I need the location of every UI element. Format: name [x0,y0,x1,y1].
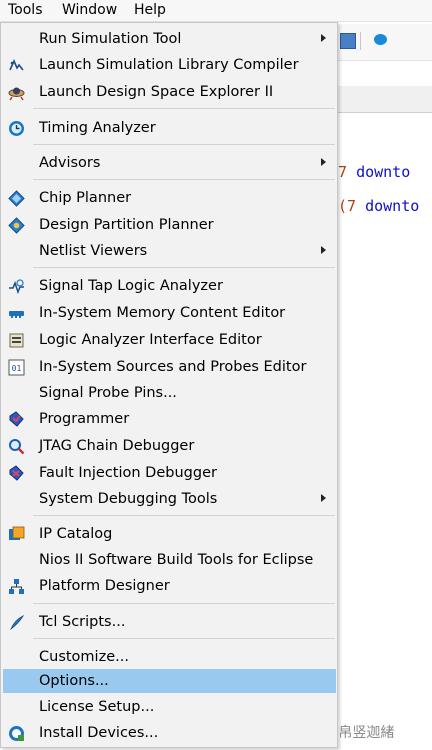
menu-separator [33,179,335,180]
menu-item-system-debugging-tools[interactable]: System Debugging Tools [3,487,336,511]
tcl-scripts-icon [8,614,25,631]
menu-item-chip-planner[interactable]: Chip Planner [3,186,336,210]
install-devices-icon [8,725,25,742]
menu-item-netlist-viewers[interactable]: Netlist Viewers [3,239,336,263]
menu-item-platform-designer[interactable]: Platform Designer [3,574,336,598]
code-keyword: downto [365,197,420,215]
menu-item-signal-tap-logic-analyzer[interactable]: Signal Tap Logic Analyzer [3,274,336,298]
logic-analyzer-interface-icon [8,332,25,349]
submenu-arrow-icon [321,494,326,502]
menu-item-label: Run Simulation Tool [39,31,182,47]
menu-item-label: JTAG Chain Debugger [39,438,195,454]
menu-item-programmer[interactable]: Programmer [3,407,336,431]
menu-item-signal-probe-pins[interactable]: Signal Probe Pins... [3,381,336,405]
menu-item-label: Timing Analyzer [39,120,156,136]
menu-item-run-simulation-tool[interactable]: Run Simulation Tool [3,27,336,51]
menu-item-design-partition-planner[interactable]: Design Partition Planner [3,213,336,237]
code-number: 7 [338,163,357,181]
design-partition-icon [8,217,25,234]
menu-item-label: Install Devices... [39,725,159,741]
programmer-icon [8,411,25,428]
menu-item-in-system-sources-probes-editor[interactable]: 01 In-System Sources and Probes Editor [3,355,336,379]
menu-item-label: Launch Design Space Explorer II [39,84,274,100]
toolbar-separator [360,32,361,50]
menu-item-label: In-System Sources and Probes Editor [39,359,307,375]
menu-item-options[interactable]: Options... [3,669,336,693]
toolbar-grid-icon[interactable] [340,33,356,49]
menu-item-launch-simulation-library-compiler[interactable]: Launch Simulation Library Compiler [3,53,336,77]
toolbar [338,24,432,61]
menu-separator [33,108,335,109]
menu-help[interactable]: Help [132,1,168,20]
menu-window[interactable]: Window [60,1,119,20]
menu-item-ip-catalog[interactable]: IP Catalog [3,522,336,546]
editor-tab-strip [338,86,432,113]
simulation-library-icon [8,57,25,74]
svg-text:01: 01 [12,364,22,373]
menu-separator [33,603,335,604]
menu-item-label: Fault Injection Debugger [39,465,217,481]
menu-item-label: Options... [39,673,109,689]
menu-separator [33,638,335,639]
menu-item-label: Chip Planner [39,190,132,206]
chip-planner-icon [8,190,25,207]
menu-item-label: Launch Simulation Library Compiler [39,57,299,73]
submenu-arrow-icon [321,158,326,166]
menu-item-label: Tcl Scripts... [39,614,126,630]
ip-catalog-icon [8,526,25,543]
code-keyword: downto [356,163,411,181]
jtag-debugger-icon [8,438,25,455]
menu-item-label: Netlist Viewers [39,243,148,259]
menu-item-label: Signal Probe Pins... [39,385,177,401]
code-line-2: (7 downto [338,197,419,215]
code-line-1: 7 downto [338,163,410,181]
menu-separator [33,267,335,268]
menu-item-label: Programmer [39,411,130,427]
menu-bar: Tools Window Help [0,0,432,22]
menu-item-install-devices[interactable]: Install Devices... [3,721,336,745]
menu-item-label: Signal Tap Logic Analyzer [39,278,223,294]
menu-item-label: Logic Analyzer Interface Editor [39,332,262,348]
toolbar-chat-icon[interactable] [374,34,387,45]
menu-item-logic-analyzer-interface-editor[interactable]: Logic Analyzer Interface Editor [3,328,336,352]
menu-item-nios-ii-software-build-tools[interactable]: Nios II Software Build Tools for Eclipse [3,548,336,572]
clock-icon [8,120,25,137]
menu-separator [33,144,335,145]
memory-editor-icon [8,305,25,322]
menu-item-jtag-chain-debugger[interactable]: JTAG Chain Debugger [3,434,336,458]
menu-item-label: IP Catalog [39,526,113,542]
menu-item-label: Design Partition Planner [39,217,214,233]
menu-item-license-setup[interactable]: License Setup... [3,695,336,719]
fault-injection-icon [8,465,25,482]
platform-designer-icon [8,578,25,595]
menu-item-in-system-memory-content-editor[interactable]: In-System Memory Content Editor [3,301,336,325]
submenu-arrow-icon [321,34,326,42]
menu-item-label: Nios II Software Build Tools for Eclipse [39,552,314,568]
menu-tools[interactable]: Tools [6,1,45,20]
signal-tap-icon [8,278,25,295]
code-number: (7 [338,197,366,215]
menu-separator [33,515,335,516]
menu-item-label: Platform Designer [39,578,170,594]
menu-item-launch-design-space-explorer[interactable]: Launch Design Space Explorer II [3,80,336,104]
menu-item-label: Advisors [39,155,101,171]
menu-item-timing-analyzer[interactable]: Timing Analyzer [3,116,336,140]
tools-menu: Run Simulation Tool Launch Simulation Li… [0,22,338,748]
menu-item-label: System Debugging Tools [39,491,218,507]
menu-item-customize[interactable]: Customize... [3,645,336,669]
menu-item-advisors[interactable]: Advisors [3,151,336,175]
menu-item-fault-injection-debugger[interactable]: Fault Injection Debugger [3,461,336,485]
submenu-arrow-icon [321,246,326,254]
menu-item-label: Customize... [39,649,129,665]
design-space-explorer-icon [8,84,25,101]
menu-item-label: License Setup... [39,699,155,715]
sources-probes-icon: 01 [8,359,25,376]
menu-item-tcl-scripts[interactable]: Tcl Scripts... [3,610,336,634]
menu-item-label: In-System Memory Content Editor [39,305,286,321]
